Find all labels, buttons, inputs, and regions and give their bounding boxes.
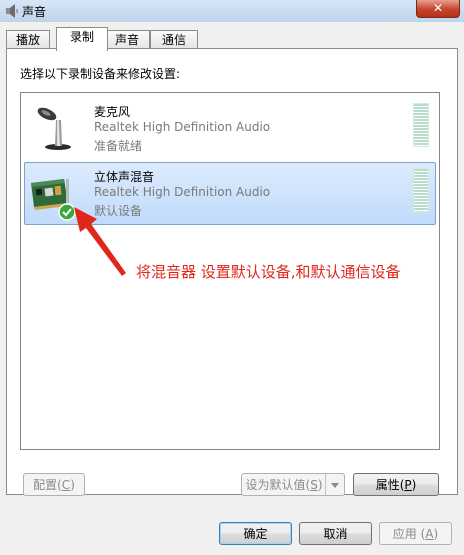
tab-communications[interactable]: 通信 bbox=[150, 30, 198, 50]
close-button[interactable]: ✕ bbox=[416, 0, 460, 18]
microphone-icon bbox=[37, 107, 71, 150]
apply-button[interactable]: 应用 (A) bbox=[379, 522, 452, 545]
annotation-arrow-icon bbox=[74, 207, 126, 276]
instruction-label: 选择以下录制设备来修改设置: bbox=[20, 67, 181, 81]
properties-button[interactable]: 属性(P) bbox=[353, 473, 439, 496]
device-name: 立体声混音 bbox=[94, 170, 155, 184]
device-driver: Realtek High Definition Audio bbox=[94, 185, 271, 199]
dialog-body: 播放 录制 声音 通信 选择以下录制设备来修改设置: 麦克风 Realtek H… bbox=[0, 22, 464, 555]
chevron-down-icon[interactable] bbox=[325, 474, 344, 495]
set-default-button[interactable]: 设为默认值(S) bbox=[241, 473, 345, 496]
device-driver: Realtek High Definition Audio bbox=[94, 120, 271, 134]
tab-sounds[interactable]: 声音 bbox=[104, 30, 150, 50]
title-bar: 声音 ✕ bbox=[0, 0, 464, 22]
cancel-button[interactable]: 取消 bbox=[299, 522, 372, 545]
close-icon: ✕ bbox=[432, 1, 444, 15]
level-meter bbox=[413, 168, 429, 212]
window-title: 声音 bbox=[22, 5, 47, 19]
device-name: 麦克风 bbox=[94, 105, 131, 119]
device-status: 准备就绪 bbox=[94, 139, 143, 153]
tab-recording[interactable]: 录制 bbox=[56, 27, 108, 51]
tab-playback[interactable]: 播放 bbox=[6, 30, 50, 50]
annotation-text: 将混音器 设置默认设备,和默认通信设备 bbox=[136, 263, 401, 281]
ok-button[interactable]: 确定 bbox=[219, 522, 292, 545]
list-item-microphone[interactable]: 麦克风 Realtek High Definition Audio 准备就绪 bbox=[24, 97, 436, 160]
configure-button[interactable]: 配置(C) bbox=[23, 473, 85, 496]
speaker-icon bbox=[6, 4, 18, 18]
level-meter bbox=[413, 103, 429, 147]
